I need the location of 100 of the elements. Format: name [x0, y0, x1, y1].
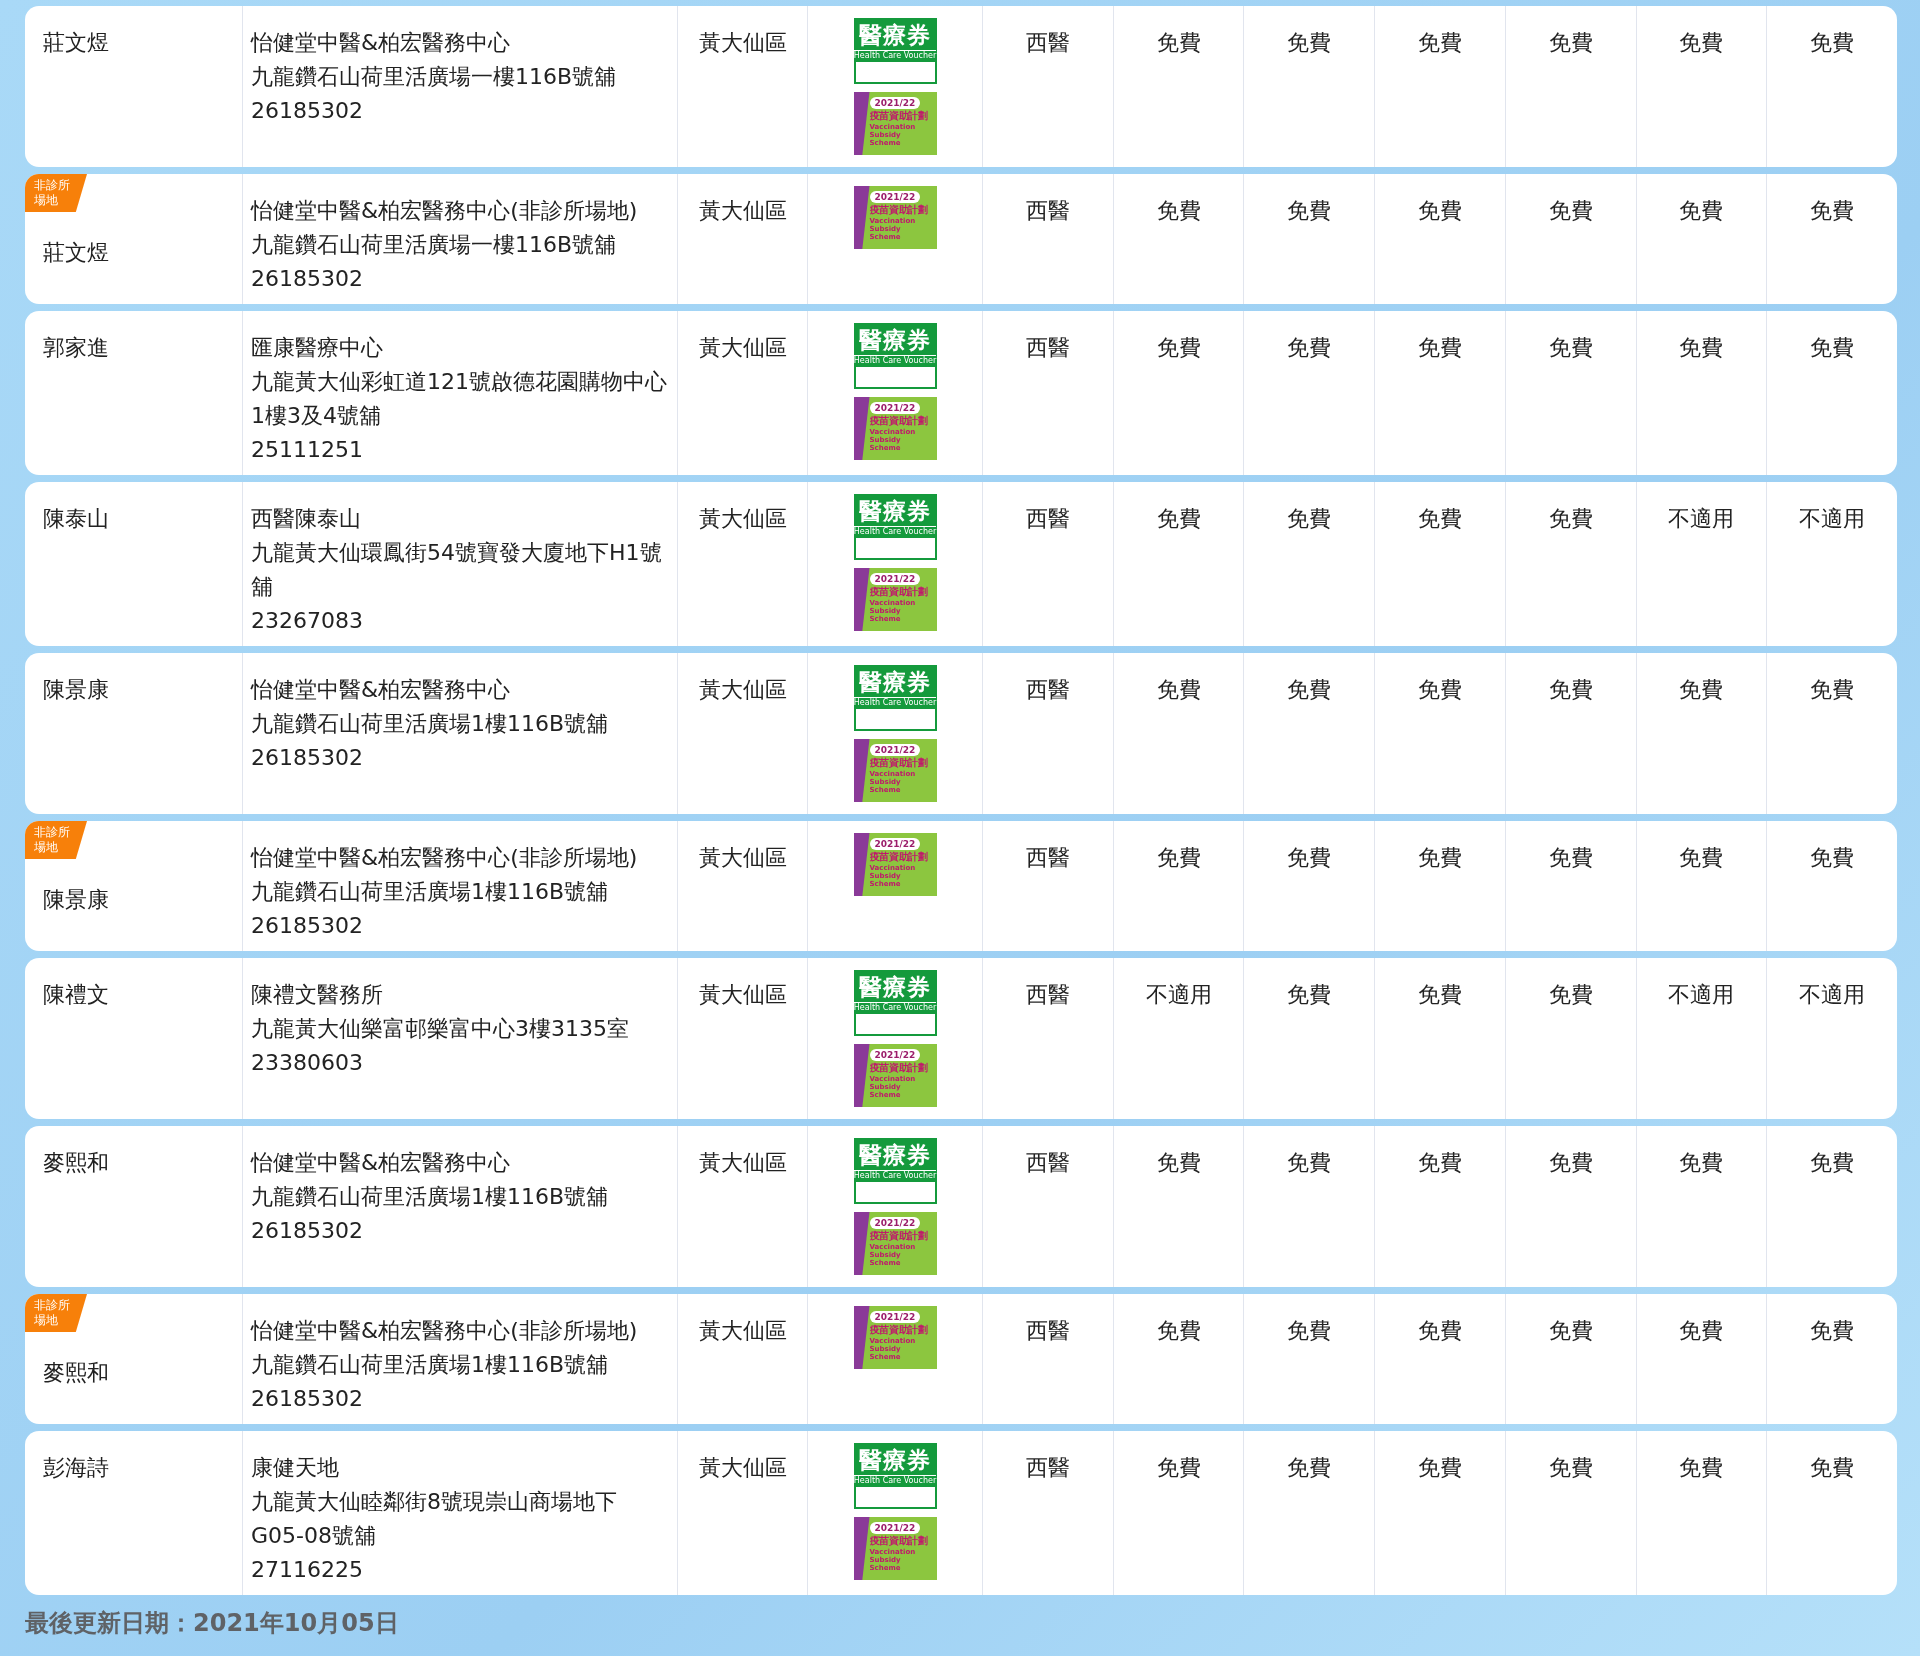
fee-status: 免費 [1679, 198, 1724, 223]
fee-status: 免費 [1156, 1455, 1201, 1480]
specialty-text: 西醫 [1025, 1150, 1070, 1175]
logo-title: 醫療券 [859, 973, 931, 1002]
fee-status: 免費 [1679, 677, 1724, 702]
fee-status: 免費 [1810, 198, 1855, 223]
logo-stripe [853, 186, 870, 249]
venue-badge: 非診所場地 [25, 1294, 87, 1332]
phone-number: 25111251 [251, 436, 364, 464]
clinic-name: 怡健堂中醫&柏宏醫務中心(非診所場地) [251, 197, 639, 225]
logo-subtitle: Health Care Voucher [853, 355, 937, 366]
logo-stripe [853, 397, 870, 460]
logo-stripe [853, 833, 870, 896]
logo-title: 醫療券 [859, 1141, 931, 1170]
logo-year: 2021/22 [869, 1311, 921, 1323]
logo-title: 疫苗資助計劃 [869, 1061, 928, 1075]
fee-status: 免費 [1810, 30, 1855, 55]
clinic-name: 康健天地 [251, 1454, 340, 1482]
last-updated-text: 最後更新日期：2021年10月05日 [25, 1608, 400, 1639]
logo-year: 2021/22 [869, 744, 921, 756]
fee-status: 免費 [1418, 1150, 1462, 1175]
fee-status: 免費 [1679, 1455, 1724, 1480]
specialty-text: 西醫 [1025, 506, 1070, 531]
fee-status: 免費 [1418, 1455, 1462, 1480]
clinic-name: 怡健堂中醫&柏宏醫務中心(非診所場地) [251, 1317, 639, 1345]
clinic-name: 怡健堂中醫&柏宏醫務中心 [251, 1149, 512, 1177]
clinic-address: 九龍鑽石山荷里活廣場1樓116B號舖 [251, 710, 610, 738]
fee-status: 免費 [1679, 335, 1724, 360]
fee-status: 不適用 [1668, 982, 1735, 1007]
fee-status: 免費 [1156, 845, 1201, 870]
logo-subtitle: Health Care Voucher [853, 1475, 937, 1486]
fee-status: 免費 [1548, 1150, 1593, 1175]
clinic-address: 九龍黃大仙彩虹道121號啟德花園購物中心1樓3及4號舖 [251, 368, 667, 430]
logo-stripe [853, 92, 870, 155]
doctor-name: 彭海詩 [43, 1455, 109, 1480]
fee-status: 免費 [1418, 982, 1462, 1007]
fee-status: 免費 [1548, 506, 1593, 531]
logo-title: 疫苗資助計劃 [869, 109, 928, 123]
fee-status: 免費 [1418, 845, 1462, 870]
venue-badge: 非診所場地 [25, 174, 87, 212]
doctor-name: 陳禮文 [43, 982, 109, 1007]
doctor-name: 莊文煜 [43, 240, 109, 265]
clinic-name: 怡健堂中醫&柏宏醫務中心 [251, 676, 512, 704]
fee-status: 免費 [1287, 198, 1332, 223]
phone-number: 26185302 [251, 1385, 364, 1413]
fee-status: 免費 [1287, 335, 1332, 360]
specialty-text: 西醫 [1025, 30, 1070, 55]
fee-status: 免費 [1287, 1318, 1332, 1343]
clinic-address: 九龍黃大仙樂富邨樂富中心3樓3135室 [251, 1015, 630, 1043]
fee-status: 免費 [1810, 1455, 1855, 1480]
fee-status: 免費 [1548, 845, 1593, 870]
fee-status: 免費 [1418, 198, 1462, 223]
fee-status: 免費 [1548, 335, 1593, 360]
district-name: 黃大仙區 [698, 30, 787, 55]
logo-title: 醫療券 [859, 1446, 931, 1475]
district-name: 黃大仙區 [698, 982, 787, 1007]
logo-subtitle: Health Care Voucher [853, 697, 937, 708]
logo-subtitle: Health Care Voucher [853, 50, 937, 61]
logo-title: 疫苗資助計劃 [869, 1229, 928, 1243]
fee-status: 免費 [1679, 1318, 1724, 1343]
fee-status: 免費 [1156, 198, 1201, 223]
logo-title: 疫苗資助計劃 [869, 414, 928, 428]
logo-year: 2021/22 [869, 573, 921, 585]
logo-year: 2021/22 [869, 1049, 921, 1061]
fee-status: 免費 [1810, 335, 1855, 360]
venue-badge: 非診所場地 [25, 821, 87, 859]
fee-status: 免費 [1287, 982, 1332, 1007]
district-name: 黃大仙區 [698, 335, 787, 360]
district-name: 黃大仙區 [698, 1318, 787, 1343]
logo-year: 2021/22 [869, 1522, 921, 1534]
district-name: 黃大仙區 [698, 1455, 787, 1480]
logo-subtitle: Health Care Voucher [853, 1170, 937, 1181]
fee-status: 不適用 [1668, 506, 1735, 531]
doctor-name: 郭家進 [43, 335, 109, 360]
logo-title: 醫療券 [859, 21, 931, 50]
clinic-name: 西醫陳泰山 [251, 505, 362, 533]
fee-status: 免費 [1287, 30, 1332, 55]
fee-status: 免費 [1548, 198, 1593, 223]
logo-title: 疫苗資助計劃 [869, 203, 928, 217]
district-name: 黃大仙區 [698, 677, 787, 702]
logo-title: 疫苗資助計劃 [869, 756, 928, 770]
fee-status: 免費 [1156, 335, 1201, 360]
fee-status: 免費 [1679, 30, 1724, 55]
doctor-name: 陳泰山 [43, 506, 109, 531]
phone-number: 27116225 [251, 1556, 364, 1584]
fee-status: 免費 [1810, 845, 1855, 870]
logo-year: 2021/22 [869, 838, 921, 850]
clinic-address: 九龍黃大仙睦鄰街8號現崇山商場地下G05-08號舖 [251, 1488, 618, 1550]
fee-status: 免費 [1548, 1455, 1593, 1480]
phone-number: 23267083 [251, 607, 364, 635]
doctor-name: 陳景康 [43, 887, 109, 912]
logo-year: 2021/22 [869, 191, 921, 203]
clinic-name: 匯康醫療中心 [251, 334, 384, 362]
logo-subtitle: Health Care Voucher [853, 526, 937, 537]
clinic-name: 陳禮文醫務所 [251, 981, 384, 1009]
logo-year: 2021/22 [869, 97, 921, 109]
logo-stripe [853, 1306, 870, 1369]
phone-number: 26185302 [251, 744, 364, 772]
logo-stripe [853, 1212, 870, 1275]
logo-stripe [853, 568, 870, 631]
